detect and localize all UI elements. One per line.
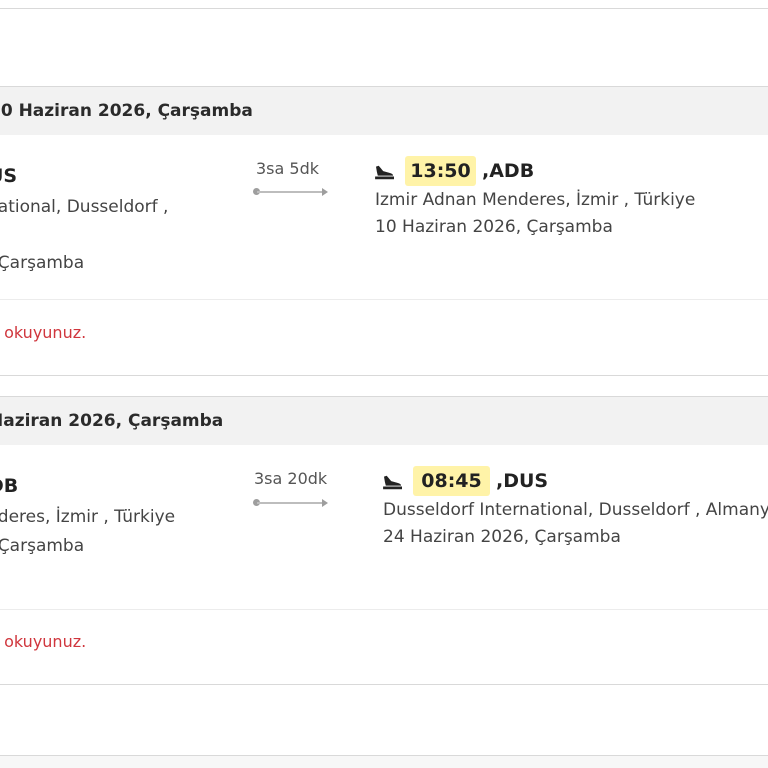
flight-card-header: Haziran 2026, Çarşamba: [0, 397, 768, 445]
top-divider: [0, 8, 768, 9]
warning-text[interactable]: rı okuyunuz.: [0, 323, 86, 342]
arrival-code: ,ADB: [482, 160, 535, 182]
flight-duration: 3sa 5dk: [256, 159, 320, 178]
arrival-airport: Dusseldorf International, Dusseldorf , A…: [383, 500, 768, 520]
arrival-date: 24 Haziran 2026, Çarşamba: [383, 527, 621, 547]
plane-landing-icon: [375, 165, 394, 180]
flight-card-return[interactable]: Haziran 2026, Çarşamba DB nderes, İzmir …: [0, 396, 768, 685]
departure-airport: national, Dusseldorf ,: [0, 197, 169, 217]
flight-card-outbound[interactable]: 10 Haziran 2026, Çarşamba US national, D…: [0, 86, 768, 376]
card-divider: [0, 609, 768, 610]
flight-header-date: 10 Haziran 2026, Çarşamba: [0, 101, 253, 121]
arrival-date: 10 Haziran 2026, Çarşamba: [375, 217, 613, 237]
next-card-edge: [0, 756, 768, 768]
departure-date: , Çarşamba: [0, 253, 85, 273]
departure-airport: nderes, İzmir , Türkiye: [0, 507, 176, 527]
warning-text[interactable]: rı okuyunuz.: [0, 632, 86, 651]
arrival-time-badge: 08:45: [413, 466, 490, 496]
flight-card-header: 10 Haziran 2026, Çarşamba: [0, 87, 768, 135]
departure-date: , Çarşamba: [0, 536, 85, 556]
plane-landing-icon: [383, 475, 402, 490]
arrival-airport: Izmir Adnan Menderes, İzmir , Türkiye: [375, 190, 696, 210]
departure-code: DB: [0, 475, 19, 497]
card-divider: [0, 299, 768, 300]
arrival-time-badge: 13:50: [405, 156, 476, 186]
flight-duration: 3sa 20dk: [254, 469, 328, 488]
arrival-code: ,DUS: [496, 470, 549, 492]
departure-code: US: [0, 165, 18, 187]
flight-header-date: Haziran 2026, Çarşamba: [0, 411, 224, 431]
